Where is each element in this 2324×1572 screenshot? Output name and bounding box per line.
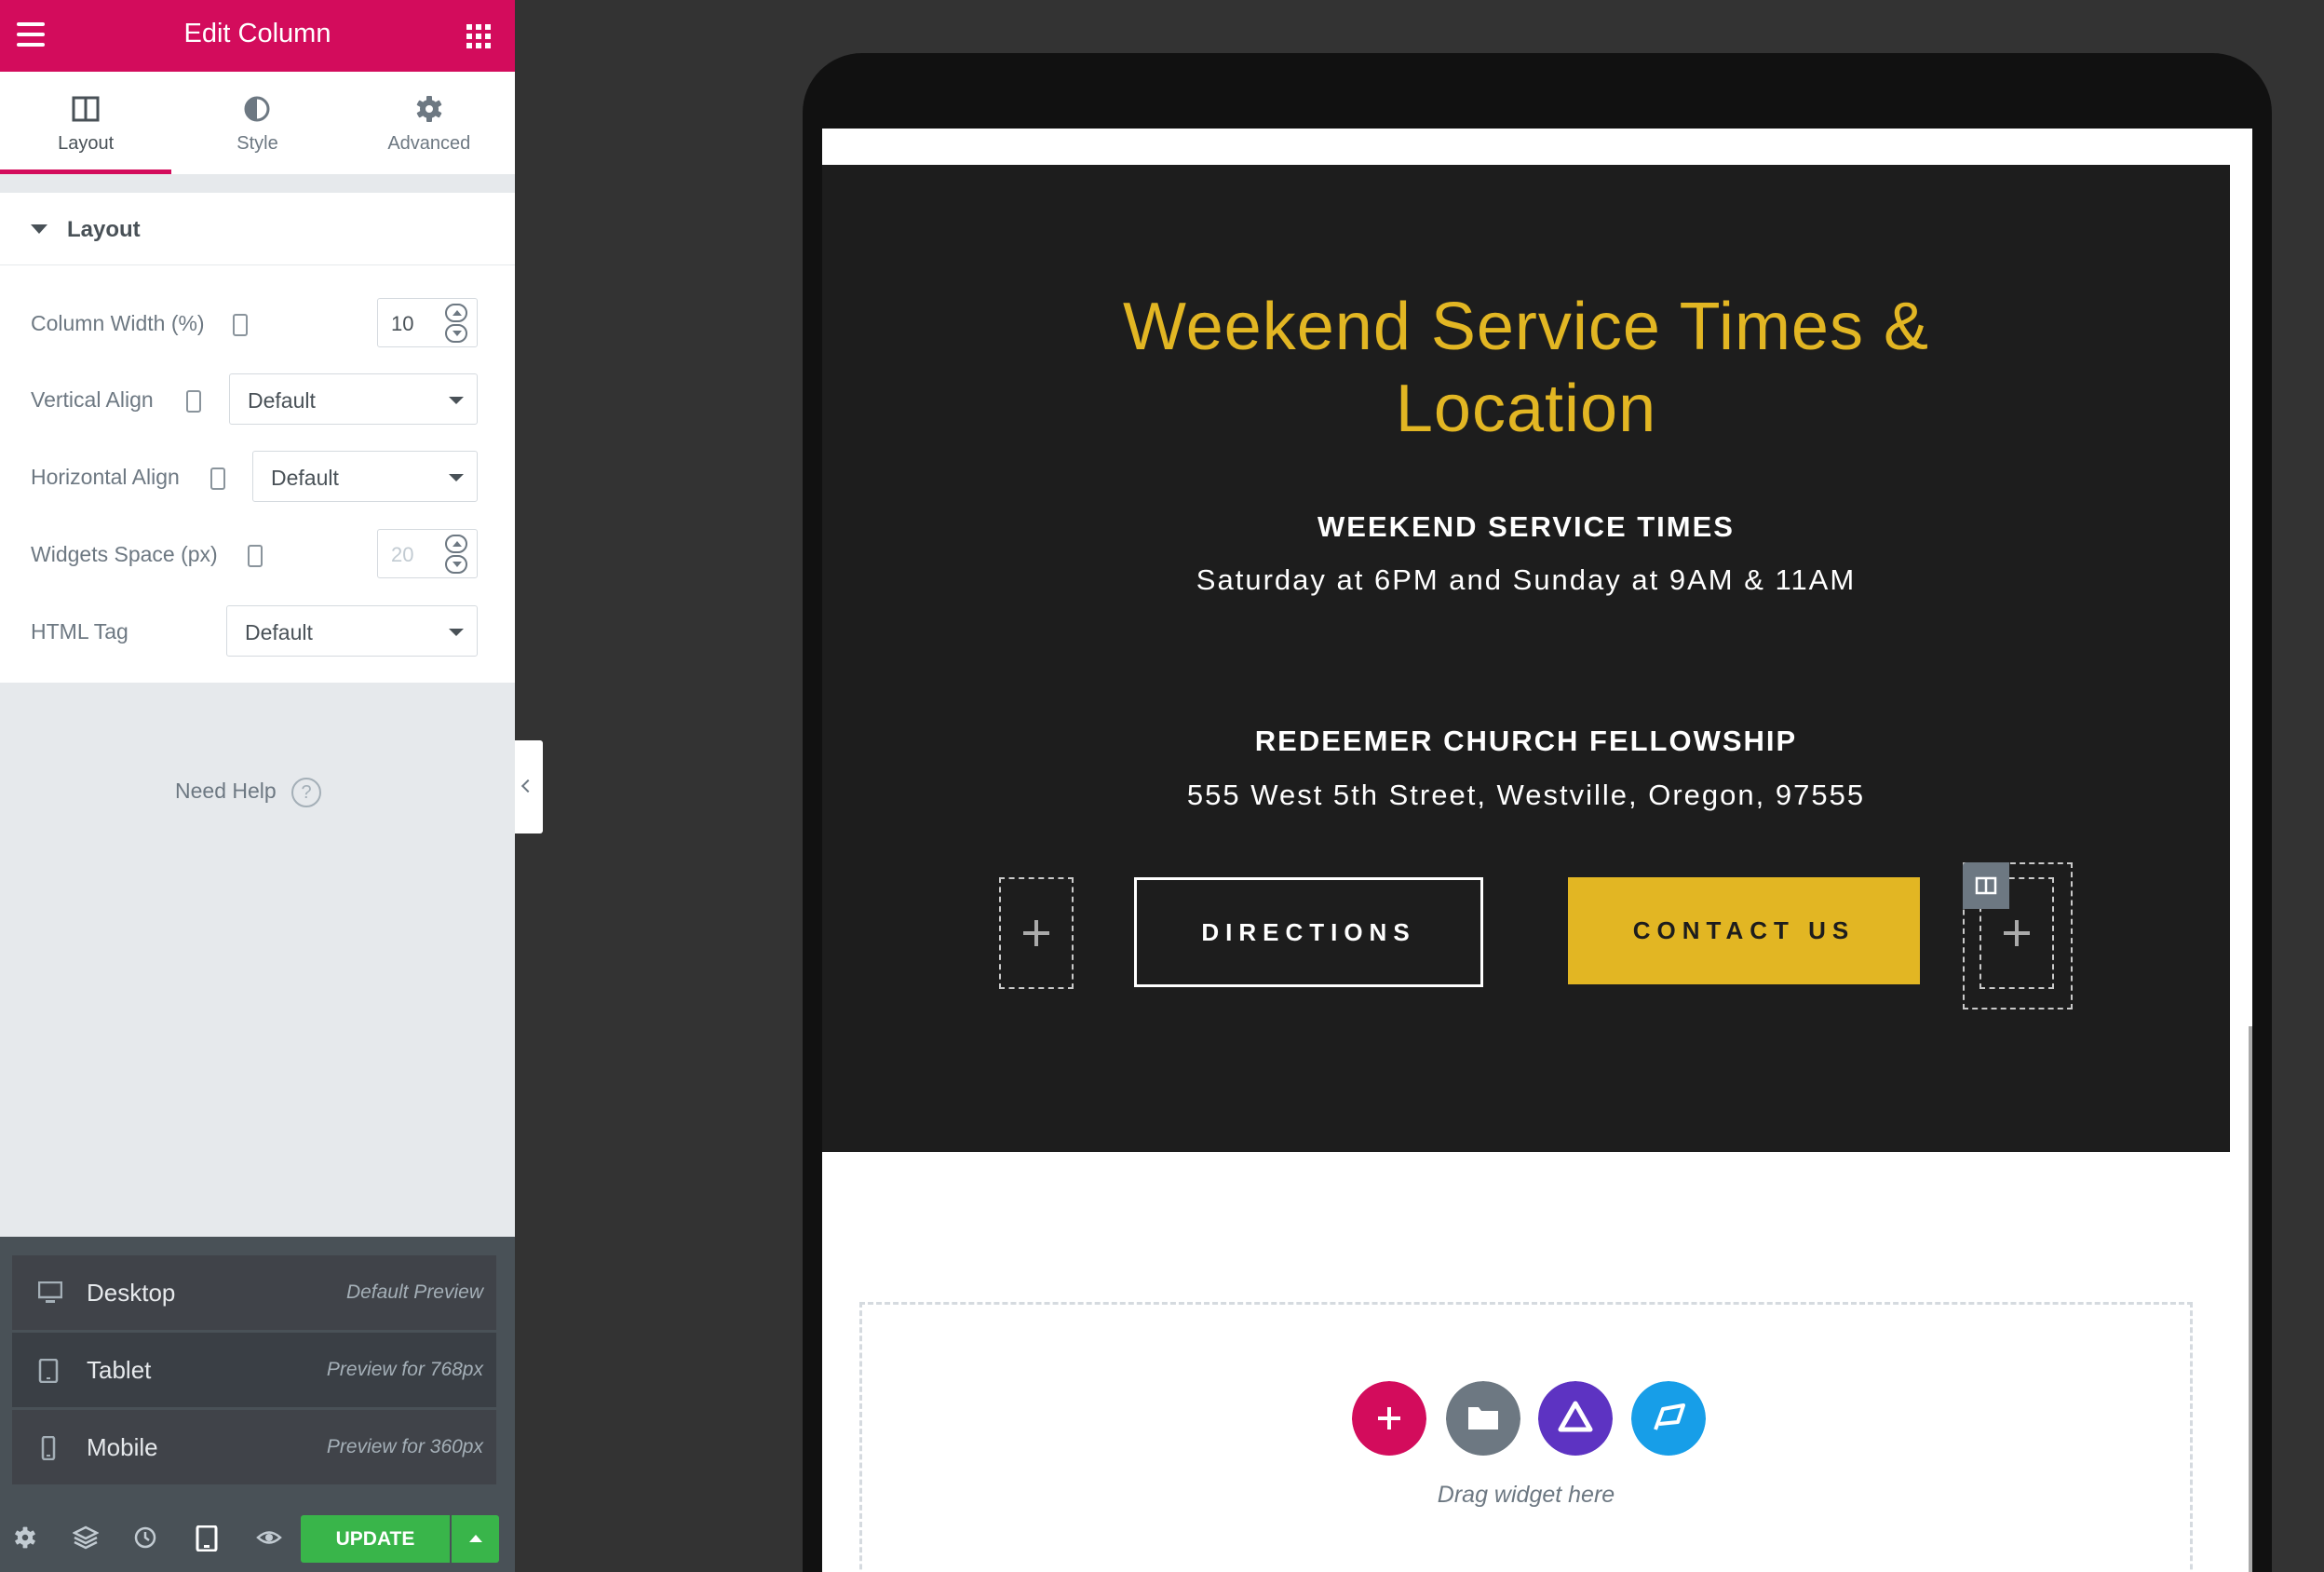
responsive-tablet-icon[interactable] xyxy=(233,314,248,336)
input-placeholder: 20 xyxy=(391,543,414,566)
select-value: Default xyxy=(271,466,339,490)
responsive-tablet-icon[interactable] xyxy=(210,468,225,490)
device-name: Mobile xyxy=(87,1433,158,1461)
help-icon[interactable]: ? xyxy=(291,778,321,807)
device-desc: Preview for 768px xyxy=(326,1359,483,1380)
church-heading[interactable]: REDEEMER CHURCH FELLOWSHIP xyxy=(822,725,2230,758)
control-label: Vertical Align xyxy=(31,387,154,412)
control-vertical-align: Vertical Align Default xyxy=(0,373,515,428)
responsive-tablet-icon[interactable] xyxy=(186,390,201,413)
layout-section: Layout Column Width (%) 10 Vertical Alig… xyxy=(0,193,515,683)
stepper-down-icon[interactable] xyxy=(445,555,467,574)
panel-footer: UPDATE xyxy=(0,1503,515,1572)
service-heading[interactable]: WEEKEND SERVICE TIMES xyxy=(822,510,2230,544)
plus-icon xyxy=(1023,920,1049,946)
tab-layout[interactable]: Layout xyxy=(0,72,172,174)
tab-label: Layout xyxy=(58,133,115,154)
widgets-grid-icon[interactable] xyxy=(466,24,491,48)
stepper-down-icon[interactable] xyxy=(445,324,467,343)
update-button[interactable]: UPDATE xyxy=(301,1515,450,1563)
horizontal-align-select[interactable]: Default xyxy=(252,451,478,502)
control-label: Widgets Space (px) xyxy=(31,542,218,566)
hero-section[interactable]: Weekend Service Times & Location WEEKEND… xyxy=(822,165,2230,1152)
chevron-down-icon xyxy=(449,397,464,404)
tab-style[interactable]: Style xyxy=(171,72,343,174)
caret-down-icon xyxy=(31,224,47,234)
preview-eye-icon[interactable] xyxy=(256,1525,282,1550)
contact-us-button[interactable]: CONTACT US xyxy=(1568,877,1920,984)
columns-icon xyxy=(72,96,100,122)
control-label: Horizontal Align xyxy=(31,465,180,489)
preview-screen: Weekend Service Times & Location WEEKEND… xyxy=(822,129,2252,1572)
control-widgets-space: Widgets Space (px) 20 xyxy=(0,527,515,583)
add-widget-placeholder[interactable] xyxy=(999,877,1074,989)
service-text[interactable]: Saturday at 6PM and Sunday at 9AM & 11AM xyxy=(822,563,2230,597)
panel-title: Edit Column xyxy=(183,19,331,48)
columns-icon xyxy=(1975,876,1997,895)
control-label: Column Width (%) xyxy=(31,311,205,335)
add-section-button[interactable] xyxy=(1352,1381,1426,1456)
gear-icon xyxy=(416,96,442,122)
column-width-input[interactable]: 10 xyxy=(377,298,478,347)
add-section-drop-zone[interactable]: Drag widget here xyxy=(859,1302,2193,1572)
responsive-tablet-icon[interactable] xyxy=(248,545,263,567)
directions-button[interactable]: DIRECTIONS xyxy=(1134,877,1483,987)
device-desc: Preview for 360px xyxy=(326,1436,483,1457)
device-list: Desktop Default Preview Tablet Preview f… xyxy=(12,1255,496,1484)
device-item-tablet[interactable]: Tablet Preview for 768px xyxy=(12,1333,496,1407)
chevron-down-icon xyxy=(449,474,464,481)
section-title: Layout xyxy=(67,217,141,242)
stepper-up-icon[interactable] xyxy=(445,535,467,553)
select-value: Default xyxy=(248,388,316,413)
section-gap xyxy=(0,174,515,193)
stepper-up-icon[interactable] xyxy=(445,304,467,322)
need-help-link[interactable]: Need Help xyxy=(175,779,277,804)
device-desc: Default Preview xyxy=(345,1281,483,1303)
preview-scrollbar[interactable] xyxy=(2249,1026,2252,1572)
number-stepper[interactable] xyxy=(445,535,467,574)
flag-addon-icon[interactable] xyxy=(1631,1381,1706,1456)
control-label: HTML Tag xyxy=(31,619,128,644)
input-value: 10 xyxy=(391,312,414,335)
panel-header: Edit Column xyxy=(0,0,515,72)
tablet-icon xyxy=(38,1359,59,1383)
editor-panel: Edit Column Layout Style Advanced Layout… xyxy=(0,0,515,1572)
triangle-addon-icon[interactable] xyxy=(1538,1381,1613,1456)
control-html-tag: HTML Tag Default xyxy=(0,604,515,660)
tab-label: Advanced xyxy=(387,133,471,154)
update-options-caret-icon[interactable] xyxy=(452,1515,499,1563)
history-icon[interactable] xyxy=(133,1525,157,1550)
device-item-mobile[interactable]: Mobile Preview for 360px xyxy=(12,1410,496,1484)
vertical-align-select[interactable]: Default xyxy=(229,373,478,425)
control-column-width: Column Width (%) 10 xyxy=(0,296,515,352)
layers-icon[interactable] xyxy=(73,1525,99,1550)
number-stepper[interactable] xyxy=(445,304,467,343)
mobile-icon xyxy=(41,1436,56,1460)
responsive-device-menu: Desktop Default Preview Tablet Preview f… xyxy=(0,1237,515,1503)
chevron-down-icon xyxy=(449,629,464,636)
control-horizontal-align: Horizontal Align Default xyxy=(0,450,515,506)
tab-label: Style xyxy=(236,133,278,154)
html-tag-select[interactable]: Default xyxy=(226,605,478,657)
responsive-icon[interactable] xyxy=(196,1525,218,1552)
device-name: Tablet xyxy=(87,1356,152,1384)
drag-widget-hint: Drag widget here xyxy=(1437,1482,1615,1508)
template-library-folder-icon[interactable] xyxy=(1446,1381,1520,1456)
settings-icon[interactable] xyxy=(13,1525,37,1550)
desktop-icon xyxy=(38,1281,62,1303)
hero-title[interactable]: Weekend Service Times & Location xyxy=(1008,286,2044,450)
panel-tabs: Layout Style Advanced xyxy=(0,72,515,174)
device-item-desktop[interactable]: Desktop Default Preview xyxy=(12,1255,496,1330)
plus-icon xyxy=(2004,920,2030,946)
widgets-space-input[interactable]: 20 xyxy=(377,529,478,578)
church-address[interactable]: 555 West 5th Street, Westville, Oregon, … xyxy=(822,779,2230,812)
select-value: Default xyxy=(245,620,313,644)
half-circle-icon xyxy=(244,96,270,122)
device-name: Desktop xyxy=(87,1279,176,1307)
collapse-panel-button[interactable] xyxy=(515,740,543,833)
column-handle[interactable] xyxy=(1963,862,2009,909)
tab-advanced[interactable]: Advanced xyxy=(344,72,515,174)
section-toggle[interactable]: Layout xyxy=(0,193,515,265)
